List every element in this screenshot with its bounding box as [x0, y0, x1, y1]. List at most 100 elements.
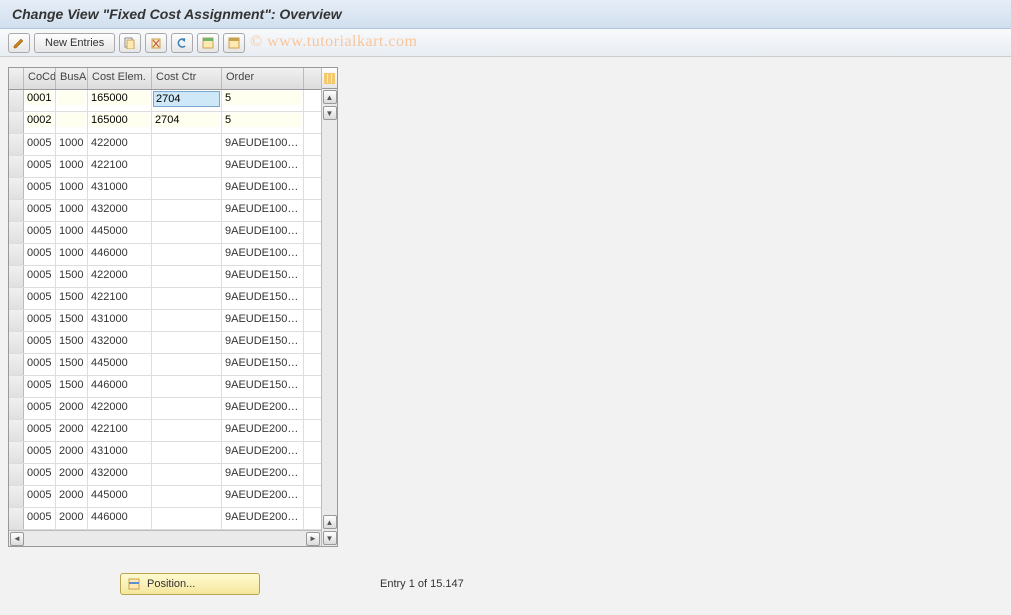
row-selector[interactable]: [9, 200, 24, 221]
cell-busa[interactable]: 1000: [56, 222, 88, 243]
cell-cctr[interactable]: [152, 464, 222, 485]
cell-cocd[interactable]: 0005: [24, 464, 56, 485]
scroll-down-icon[interactable]: ▼: [323, 106, 337, 120]
cell-elem[interactable]: 445000: [88, 222, 152, 243]
col-header-busa[interactable]: BusA: [56, 68, 88, 89]
cell-elem[interactable]: 446000: [88, 244, 152, 265]
cctr-input[interactable]: [153, 113, 220, 127]
cell-cocd[interactable]: 0005: [24, 200, 56, 221]
cell-cocd[interactable]: 0005: [24, 288, 56, 309]
configure-columns-icon[interactable]: [322, 68, 337, 89]
cell-cocd[interactable]: 0005: [24, 244, 56, 265]
cell-busa[interactable]: 1500: [56, 288, 88, 309]
cell-cocd[interactable]: 0005: [24, 310, 56, 331]
cell-elem[interactable]: 422000: [88, 266, 152, 287]
cell-busa[interactable]: 2000: [56, 442, 88, 463]
order-input[interactable]: [223, 113, 302, 127]
cell-cctr[interactable]: [152, 134, 222, 155]
cell-cctr[interactable]: [152, 266, 222, 287]
cell-order[interactable]: 9AEUDE150…: [222, 376, 304, 397]
vertical-scrollbar[interactable]: ▲ ▼ ▲ ▼: [321, 68, 337, 546]
cell-cctr[interactable]: [152, 398, 222, 419]
elem-input[interactable]: [89, 91, 150, 105]
new-entries-button[interactable]: New Entries: [34, 33, 115, 53]
cell-elem[interactable]: 446000: [88, 376, 152, 397]
cell-cocd[interactable]: 0005: [24, 266, 56, 287]
cell-elem[interactable]: 422000: [88, 398, 152, 419]
cell-cocd[interactable]: 0005: [24, 222, 56, 243]
cell-cocd[interactable]: 0005: [24, 508, 56, 529]
cell-elem[interactable]: 446000: [88, 508, 152, 529]
deselect-all-icon[interactable]: [223, 33, 245, 53]
row-selector[interactable]: [9, 398, 24, 419]
row-selector[interactable]: [9, 288, 24, 309]
row-selector[interactable]: [9, 112, 24, 133]
cell-cctr[interactable]: [152, 156, 222, 177]
cell-order[interactable]: 9AEUDE100…: [222, 200, 304, 221]
cell-order[interactable]: 9AEUDE200…: [222, 486, 304, 507]
cell-cctr[interactable]: [152, 376, 222, 397]
cell-busa[interactable]: 1000: [56, 244, 88, 265]
cell-cocd[interactable]: 0005: [24, 486, 56, 507]
cell-cctr[interactable]: [152, 332, 222, 353]
cell-order[interactable]: 9AEUDE150…: [222, 310, 304, 331]
row-selector[interactable]: [9, 420, 24, 441]
cocd-input[interactable]: [25, 91, 54, 105]
row-selector[interactable]: [9, 222, 24, 243]
row-selector[interactable]: [9, 486, 24, 507]
scroll-left-icon[interactable]: ◄: [10, 532, 24, 546]
change-icon[interactable]: [8, 33, 30, 53]
cell-busa[interactable]: 1000: [56, 134, 88, 155]
cell-order[interactable]: 9AEUDE200…: [222, 464, 304, 485]
cell-order[interactable]: 9AEUDE150…: [222, 266, 304, 287]
cell-busa[interactable]: 1000: [56, 200, 88, 221]
cell-order[interactable]: 9AEUDE100…: [222, 244, 304, 265]
col-selector[interactable]: [9, 68, 24, 89]
cell-order[interactable]: 9AEUDE100…: [222, 134, 304, 155]
cell-order[interactable]: 9AEUDE100…: [222, 178, 304, 199]
cell-cocd[interactable]: 0005: [24, 442, 56, 463]
cell-cctr[interactable]: [152, 178, 222, 199]
row-selector[interactable]: [9, 508, 24, 529]
row-selector[interactable]: [9, 332, 24, 353]
row-selector[interactable]: [9, 156, 24, 177]
cell-cctr[interactable]: [152, 310, 222, 331]
cell-busa[interactable]: 1000: [56, 178, 88, 199]
cell-cocd[interactable]: 0005: [24, 398, 56, 419]
delete-icon[interactable]: [145, 33, 167, 53]
cell-cocd[interactable]: 0005: [24, 420, 56, 441]
cell-elem[interactable]: 431000: [88, 178, 152, 199]
cell-busa[interactable]: 1500: [56, 376, 88, 397]
row-selector[interactable]: [9, 354, 24, 375]
cell-elem[interactable]: 432000: [88, 200, 152, 221]
row-selector[interactable]: [9, 376, 24, 397]
cell-cocd[interactable]: 0005: [24, 178, 56, 199]
cell-elem[interactable]: 445000: [88, 486, 152, 507]
row-selector[interactable]: [9, 178, 24, 199]
cell-order[interactable]: 9AEUDE200…: [222, 420, 304, 441]
cell-order[interactable]: 9AEUDE100…: [222, 222, 304, 243]
busa-input[interactable]: [57, 91, 86, 105]
horizontal-scrollbar[interactable]: ◄ ►: [9, 530, 321, 546]
undo-icon[interactable]: [171, 33, 193, 53]
cell-order[interactable]: 9AEUDE200…: [222, 508, 304, 529]
row-selector[interactable]: [9, 90, 24, 111]
cell-elem[interactable]: 422100: [88, 420, 152, 441]
cell-cocd[interactable]: 0005: [24, 156, 56, 177]
position-button[interactable]: Position...: [120, 573, 260, 595]
cell-busa[interactable]: 2000: [56, 398, 88, 419]
cell-order[interactable]: 9AEUDE200…: [222, 398, 304, 419]
col-header-cctr[interactable]: Cost Ctr: [152, 68, 222, 89]
row-selector[interactable]: [9, 266, 24, 287]
cell-order[interactable]: 9AEUDE100…: [222, 156, 304, 177]
row-selector[interactable]: [9, 310, 24, 331]
cell-busa[interactable]: 2000: [56, 508, 88, 529]
cell-cctr[interactable]: [152, 508, 222, 529]
cell-cctr[interactable]: [152, 354, 222, 375]
cocd-input[interactable]: [25, 113, 54, 127]
scroll-up-icon[interactable]: ▲: [323, 90, 337, 104]
scroll-up2-icon[interactable]: ▲: [323, 515, 337, 529]
select-all-icon[interactable]: [197, 33, 219, 53]
cell-cocd[interactable]: 0005: [24, 376, 56, 397]
cell-elem[interactable]: 422100: [88, 156, 152, 177]
